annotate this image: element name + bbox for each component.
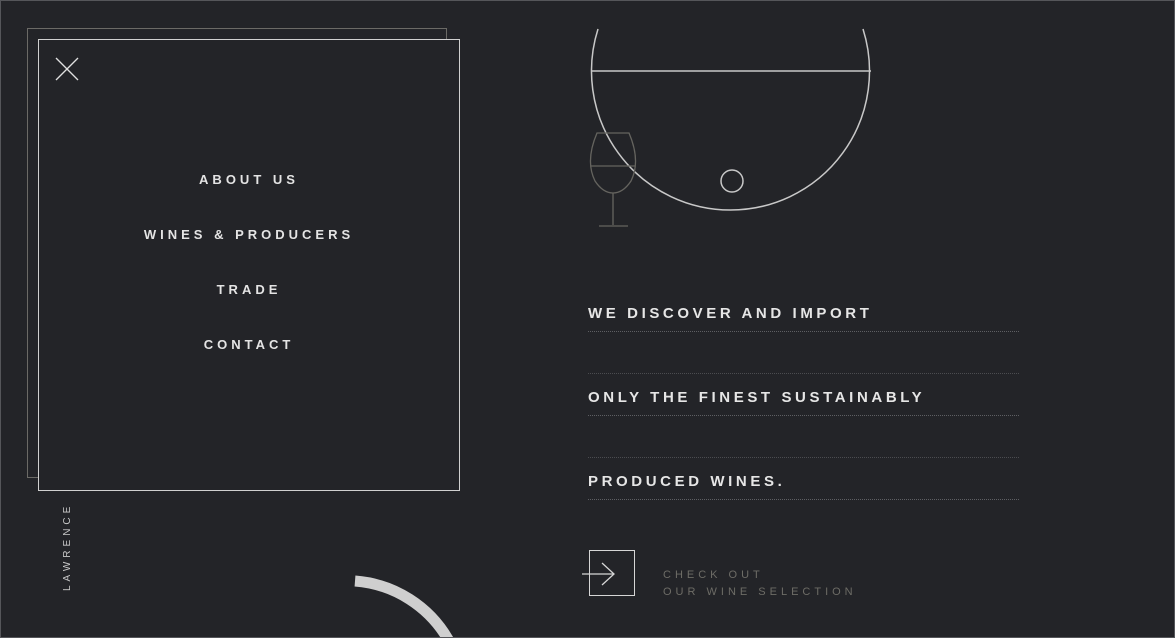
arc-decoration [354, 575, 454, 637]
tagline-rule [588, 457, 1019, 458]
menu-link-trade[interactable]: TRADE [217, 282, 282, 297]
tagline-line-1: WE DISCOVER AND IMPORT [588, 297, 1019, 381]
menu-item-wines: WINES & PRODUCERS [39, 225, 459, 280]
menu-link-wines-producers[interactable]: WINES & PRODUCERS [144, 227, 354, 242]
menu-link-contact[interactable]: CONTACT [204, 337, 295, 352]
menu-link-about-us[interactable]: ABOUT US [199, 172, 299, 187]
arrow-right-icon [582, 562, 615, 586]
hero-tagline: WE DISCOVER AND IMPORT ONLY THE FINEST S… [588, 297, 1019, 549]
menu-item-about: ABOUT US [39, 170, 459, 225]
wine-selection-link[interactable]: CHECK OUT OUR WINE SELECTION [663, 567, 857, 601]
tagline-rule [588, 499, 1019, 500]
tagline-text-1: WE DISCOVER AND IMPORT [588, 305, 873, 322]
brand-vertical-name: LAWRENCE [62, 502, 73, 591]
wine-selection-arrow-button[interactable] [582, 550, 635, 596]
tagline-line-3: PRODUCED WINES. [588, 465, 1019, 549]
menu-list: ABOUT US WINES & PRODUCERS TRADE CONTACT [39, 170, 459, 390]
tagline-text-2: ONLY THE FINEST SUSTAINABLY [588, 389, 926, 406]
cta-line-2: OUR WINE SELECTION [663, 586, 857, 598]
close-menu-button[interactable] [54, 56, 80, 82]
menu-item-trade: TRADE [39, 280, 459, 335]
close-x-icon [55, 57, 79, 81]
tagline-rule [588, 373, 1019, 374]
navigation-menu: ABOUT US WINES & PRODUCERS TRADE CONTACT [38, 39, 460, 491]
page: LAWRENCE ABOUT US WINES & PRODUCERS TRAD… [0, 0, 1175, 638]
cta-line-1: CHECK OUT [663, 569, 764, 581]
menu-item-contact: CONTACT [39, 335, 459, 390]
barrel-illustration [590, 28, 871, 211]
tagline-text-3: PRODUCED WINES. [588, 473, 786, 490]
wine-glass-icon [589, 132, 637, 227]
tagline-line-2: ONLY THE FINEST SUSTAINABLY [588, 381, 1019, 465]
tagline-rule [588, 415, 1019, 416]
tagline-rule [588, 331, 1019, 332]
